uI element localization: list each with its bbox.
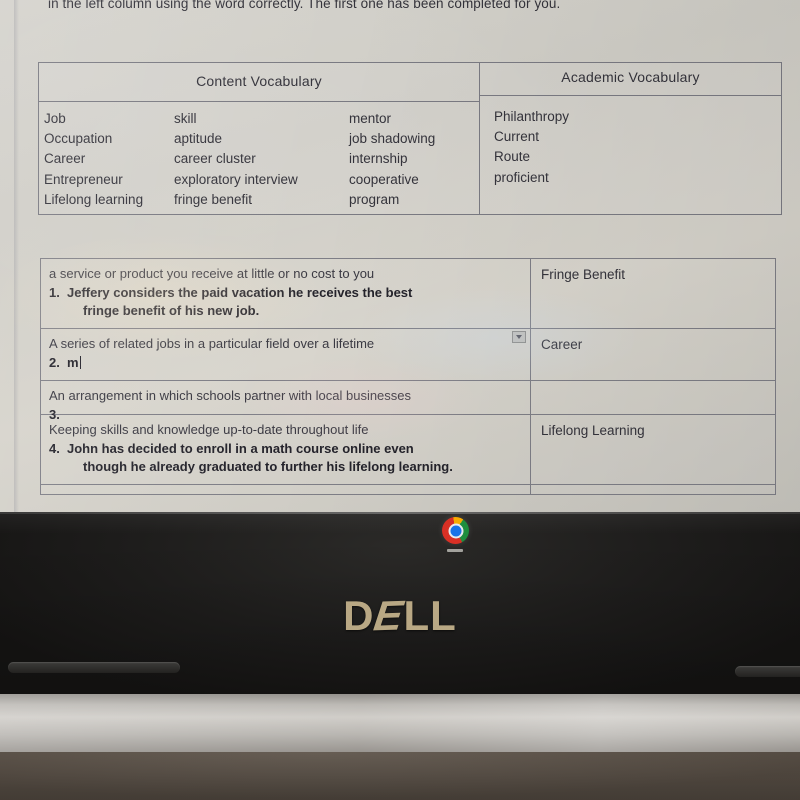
item-number: 2. <box>49 355 60 370</box>
laptop-screen: in the left column using the word correc… <box>0 0 800 512</box>
vocab-word: Lifelong learning <box>44 191 144 207</box>
sentence-entry[interactable]: 4. John has decided to enroll in a math … <box>49 440 522 476</box>
table-row: A series of related jobs in a particular… <box>41 329 775 381</box>
vocab-word: Philanthropy <box>494 109 570 124</box>
item-number: 1. <box>49 285 60 300</box>
table-row-partial <box>41 485 775 495</box>
vocab-word: exploratory interview <box>174 171 298 187</box>
page-edge-shadow <box>14 0 19 512</box>
vocab-word: proficient <box>494 169 549 185</box>
instruction-text: in the left column using the word correc… <box>48 0 561 11</box>
vocab-header-divider-right <box>480 95 781 97</box>
vocab-vertical-divider <box>479 63 481 214</box>
vocab-word: internship <box>349 151 408 167</box>
definition-cell[interactable]: A series of related jobs in a particular… <box>41 329 531 380</box>
definition-text: An arrangement in which schools partner … <box>49 388 412 403</box>
answer-cell[interactable] <box>531 485 775 494</box>
sentence-entry[interactable]: 1. Jeffery considers the paid vacation h… <box>49 284 522 320</box>
table-row: Keeping skills and knowledge up-to-date … <box>41 415 775 485</box>
academic-vocabulary-header: Academic Vocabulary <box>561 69 700 85</box>
vocab-word: mentor <box>349 111 392 126</box>
vocab-word: career cluster <box>174 151 256 167</box>
vocab-header-divider-left <box>39 101 479 103</box>
item-number: 4. <box>49 441 60 456</box>
sentence-entry[interactable]: 2. m <box>49 354 522 372</box>
content-vocab-column-1: Job Occupation Career Entrepreneur Lifel… <box>44 109 143 210</box>
table-row: An arrangement in which schools partner … <box>41 381 775 422</box>
dell-letters-ll: LL <box>403 592 457 639</box>
content-vocab-column-3: mentor job shadowing internship cooperat… <box>349 109 435 210</box>
sentence-line-1: m <box>67 355 79 370</box>
rubber-foot-right <box>735 666 800 677</box>
sentence-line-1: John has decided to enroll in a math cou… <box>67 441 414 456</box>
content-vocab-column-2: skill aptitude career cluster explorator… <box>174 109 298 210</box>
answer-table: a service or product you receive at litt… <box>40 258 776 495</box>
vocab-word: skill <box>174 111 197 126</box>
academic-vocab-column: Philanthropy Current Route proficient <box>494 107 569 188</box>
vocab-word: cooperative <box>349 171 419 187</box>
chrome-icon <box>442 517 469 544</box>
definition-cell[interactable]: a service or product you receive at litt… <box>41 259 531 328</box>
answer-cell[interactable] <box>531 381 775 414</box>
chrome-center <box>448 523 463 538</box>
definition-cell[interactable]: An arrangement in which schools partner … <box>41 381 531 422</box>
sentence-line-2: fringe benefit of his new job. <box>83 303 260 318</box>
table-row: a service or product you receive at litt… <box>41 259 775 329</box>
content-vocabulary-header: Content Vocabulary <box>196 73 322 89</box>
definition-cell[interactable]: Keeping skills and knowledge up-to-date … <box>41 415 531 484</box>
vocab-word: Occupation <box>44 131 113 147</box>
vocab-word: aptitude <box>174 131 223 147</box>
answer-cell[interactable]: Lifelong Learning <box>531 415 775 484</box>
dell-logo: DELL <box>0 592 800 640</box>
desk-surface <box>0 752 800 800</box>
laptop-lid-edge <box>0 694 800 752</box>
vocab-word: Job <box>44 111 66 126</box>
vocab-word: Route <box>494 149 531 165</box>
bezel-highlight-line <box>0 512 800 514</box>
vocab-word: Entrepreneur <box>44 171 123 187</box>
definition-text: Keeping skills and knowledge up-to-date … <box>49 422 369 437</box>
text-cursor <box>79 356 82 369</box>
answer-cell[interactable]: Fringe Benefit <box>531 259 775 328</box>
vocab-word: program <box>349 191 400 207</box>
vocab-word: job shadowing <box>349 131 436 147</box>
rubber-foot-left <box>8 662 180 673</box>
laptop-photo: in the left column using the word correc… <box>0 0 800 800</box>
definition-text: A series of related jobs in a particular… <box>49 336 375 351</box>
status-led-icon <box>447 549 463 552</box>
answer-cell[interactable]: Career <box>531 329 775 380</box>
sentence-line-1: Jeffery considers the paid vacation he r… <box>67 285 413 300</box>
chevron-down-icon[interactable] <box>512 331 526 343</box>
vocab-word: fringe benefit <box>174 191 253 207</box>
sentence-line-2: though he already graduated to further h… <box>83 459 453 474</box>
vocab-word: Career <box>44 151 86 167</box>
definition-cell[interactable] <box>41 485 531 495</box>
vocabulary-table: Content Vocabulary Academic Vocabulary J… <box>38 62 782 215</box>
vocab-word: Current <box>494 129 540 145</box>
definition-text: a service or product you receive at litt… <box>49 266 375 281</box>
